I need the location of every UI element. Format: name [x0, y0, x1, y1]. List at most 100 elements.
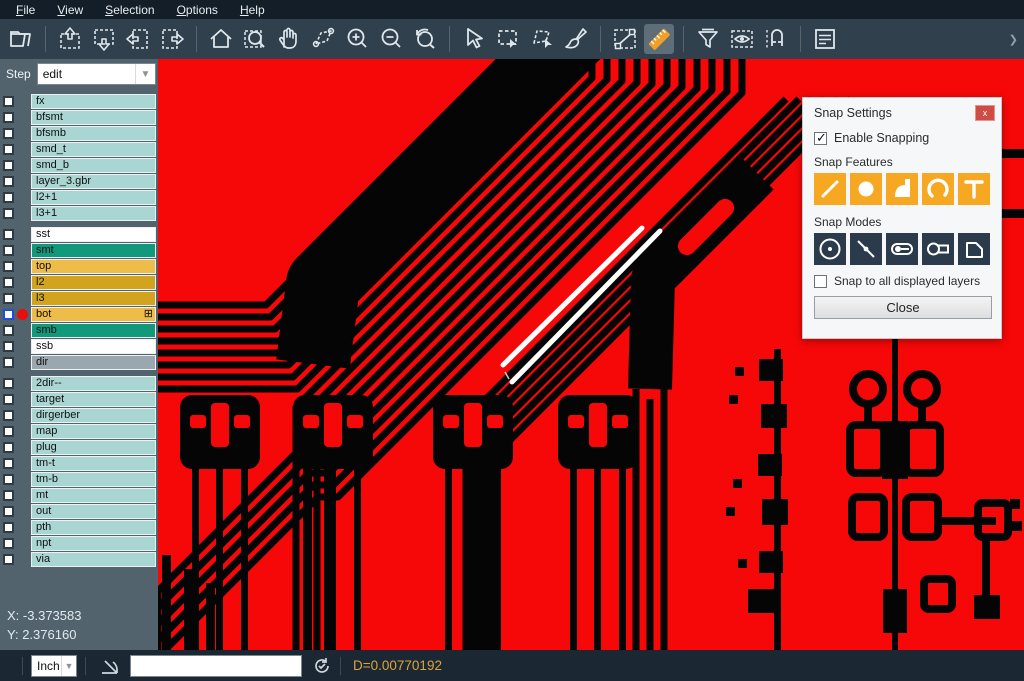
zoom-window-button[interactable]	[240, 24, 270, 54]
ruler-button[interactable]	[644, 24, 674, 54]
open-folder-button[interactable]	[6, 24, 36, 54]
layer-row-ssb[interactable]: ssb	[0, 339, 158, 354]
layer-row-2dir--[interactable]: 2dir--	[0, 376, 158, 391]
layer-visibility-checkbox[interactable]	[3, 325, 14, 336]
layer-row-dir[interactable]: dir	[0, 355, 158, 370]
dialog-close-button[interactable]: Close	[814, 296, 992, 319]
layer-row-plug[interactable]: plug	[0, 440, 158, 455]
clean-brush-button[interactable]	[561, 24, 591, 54]
layer-row-sst[interactable]: sst	[0, 227, 158, 242]
chevron-down-icon[interactable]: ▼	[61, 656, 76, 676]
snap-slot-button[interactable]	[922, 233, 954, 265]
menu-options[interactable]: Options	[167, 2, 228, 18]
layer-row-via[interactable]: via	[0, 552, 158, 567]
layer-row-map[interactable]: map	[0, 424, 158, 439]
layer-visibility-checkbox[interactable]	[3, 442, 14, 453]
pcb-canvas[interactable]: Snap Settings x Enable Snapping Snap Fea…	[158, 59, 1024, 650]
menu-selection[interactable]: Selection	[95, 2, 164, 18]
layer-visibility-checkbox[interactable]	[3, 112, 14, 123]
layer-row-top[interactable]: top	[0, 259, 158, 274]
layer-visibility-checkbox[interactable]	[3, 426, 14, 437]
layer-visibility-checkbox[interactable]	[3, 192, 14, 203]
layer-row-dirgerber[interactable]: dirgerber	[0, 408, 158, 423]
layer-row-bfsmb[interactable]: bfsmb	[0, 126, 158, 141]
layer-visibility-checkbox[interactable]	[3, 554, 14, 565]
measure-value-input[interactable]	[130, 655, 302, 677]
pan-left-button[interactable]	[123, 24, 153, 54]
snap-magnet-button[interactable]	[761, 24, 791, 54]
layer-visibility-checkbox[interactable]	[3, 176, 14, 187]
zoom-previous-button[interactable]	[410, 24, 440, 54]
layer-visibility-checkbox[interactable]	[3, 261, 14, 272]
layer-visibility-checkbox[interactable]	[3, 144, 14, 155]
select-rectangle-button[interactable]	[493, 24, 523, 54]
select-polygon-button[interactable]	[527, 24, 557, 54]
layer-row-out[interactable]: out	[0, 504, 158, 519]
layer-row-bfsmt[interactable]: bfsmt	[0, 110, 158, 125]
layer-row-l2[interactable]: l2	[0, 275, 158, 290]
layer-row-tm-b[interactable]: tm-b	[0, 472, 158, 487]
snap-center-button[interactable]	[814, 233, 846, 265]
snap-slot-filled-button[interactable]	[886, 233, 918, 265]
snap-polygon-button[interactable]	[958, 233, 990, 265]
layer-visibility-checkbox[interactable]	[3, 357, 14, 368]
layer-visibility-checkbox[interactable]	[3, 474, 14, 485]
layer-row-mt[interactable]: mt	[0, 488, 158, 503]
layer-visibility-checkbox[interactable]	[3, 229, 14, 240]
layer-row-tm-t[interactable]: tm-t	[0, 456, 158, 471]
layer-visibility-checkbox[interactable]	[3, 378, 14, 389]
layer-visibility-checkbox[interactable]	[3, 160, 14, 171]
enable-snapping-checkbox[interactable]	[814, 132, 827, 145]
layer-visibility-checkbox[interactable]	[3, 394, 14, 405]
layer-visibility-checkbox[interactable]	[3, 410, 14, 421]
layer-visibility-checkbox[interactable]	[3, 277, 14, 288]
step-select[interactable]: edit ▼	[37, 63, 156, 85]
snap-corner-button[interactable]	[886, 173, 918, 205]
snap-text-button[interactable]	[958, 173, 990, 205]
pan-hand-button[interactable]	[274, 24, 304, 54]
layer-visibility-checkbox[interactable]	[3, 96, 14, 107]
sync-check-icon[interactable]	[312, 656, 332, 676]
menu-file[interactable]: File	[6, 2, 45, 18]
layer-visibility-checkbox[interactable]	[3, 309, 14, 320]
layer-visibility-checkbox[interactable]	[3, 506, 14, 517]
snap-pad-button[interactable]	[850, 173, 882, 205]
layer-visibility-checkbox[interactable]	[3, 245, 14, 256]
layer-row-l3+1[interactable]: l3+1	[0, 206, 158, 221]
pan-down-button[interactable]	[89, 24, 119, 54]
unit-select[interactable]: Inch ▼	[31, 655, 77, 677]
filter-button[interactable]	[693, 24, 723, 54]
snap-arc-button[interactable]	[922, 173, 954, 205]
zoom-object-button[interactable]	[308, 24, 338, 54]
snap-line-button[interactable]	[814, 173, 846, 205]
layer-visibility-checkbox[interactable]	[3, 490, 14, 501]
dialog-titlebar[interactable]: Snap Settings x	[803, 98, 1001, 125]
layer-row-l3[interactable]: l3	[0, 291, 158, 306]
report-button[interactable]	[810, 24, 840, 54]
toolbar-overflow-chevron[interactable]: ❯	[1009, 33, 1018, 46]
view-box-button[interactable]	[727, 24, 757, 54]
home-view-button[interactable]	[206, 24, 236, 54]
zoom-out-button[interactable]	[376, 24, 406, 54]
layer-row-target[interactable]: target	[0, 392, 158, 407]
layer-row-smd_t[interactable]: smd_t	[0, 142, 158, 157]
layer-visibility-checkbox[interactable]	[3, 341, 14, 352]
layer-visibility-checkbox[interactable]	[3, 458, 14, 469]
snap-edge-button[interactable]	[850, 233, 882, 265]
menu-help[interactable]: Help	[230, 2, 275, 18]
layer-row-smd_b[interactable]: smd_b	[0, 158, 158, 173]
layer-row-smt[interactable]: smt	[0, 243, 158, 258]
layer-row-fx[interactable]: fx	[0, 94, 158, 109]
layer-visibility-checkbox[interactable]	[3, 293, 14, 304]
layer-row-npt[interactable]: npt	[0, 536, 158, 551]
chevron-down-icon[interactable]: ▼	[135, 64, 155, 84]
layer-row-pth[interactable]: pth	[0, 520, 158, 535]
pan-right-button[interactable]	[157, 24, 187, 54]
layer-row-bot[interactable]: bot⊞	[0, 307, 158, 322]
layer-visibility-checkbox[interactable]	[3, 538, 14, 549]
measure-line-button[interactable]	[610, 24, 640, 54]
zoom-in-button[interactable]	[342, 24, 372, 54]
pan-up-button[interactable]	[55, 24, 85, 54]
layer-visibility-checkbox[interactable]	[3, 208, 14, 219]
layer-row-layer_3.gbr[interactable]: layer_3.gbr	[0, 174, 158, 189]
